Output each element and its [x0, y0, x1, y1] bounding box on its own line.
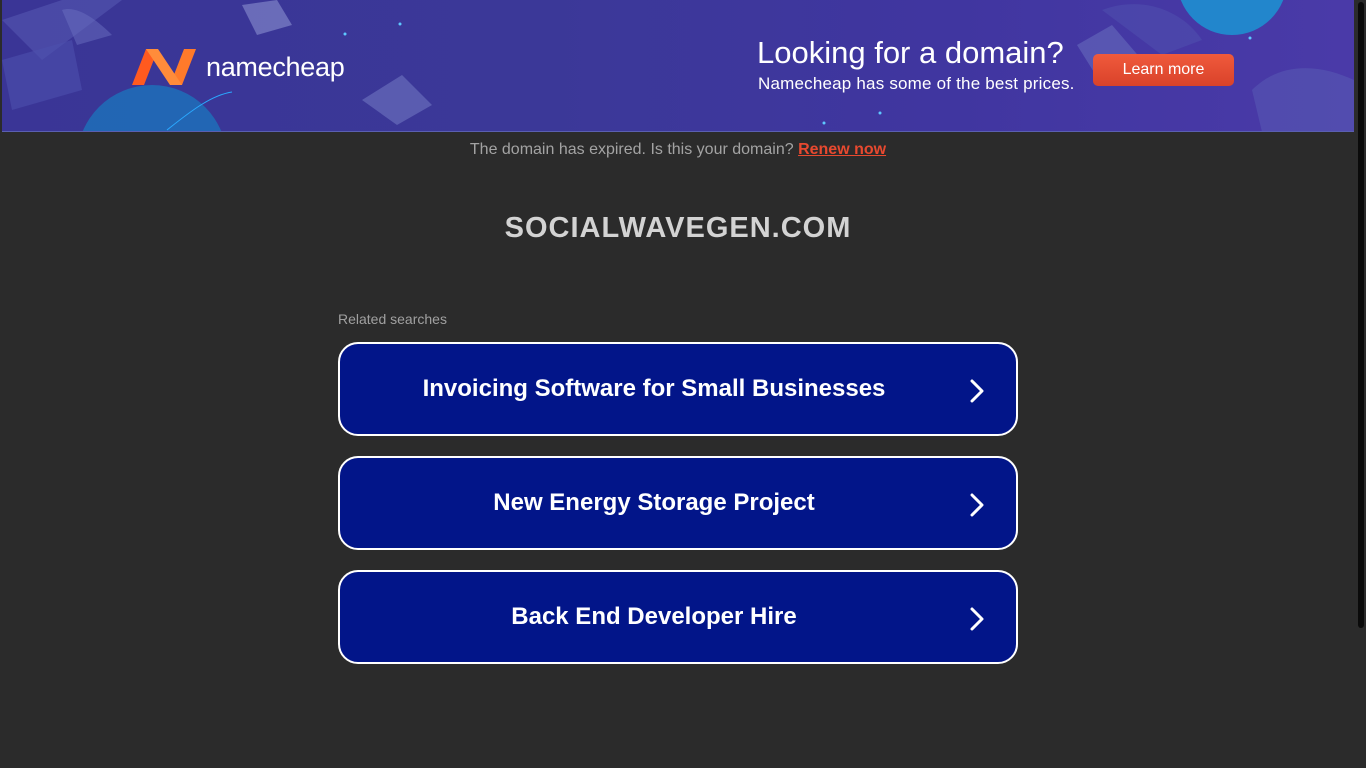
related-search-button[interactable]: Back End Developer Hire	[338, 570, 1018, 664]
chevron-right-icon	[970, 493, 984, 517]
domain-title: SOCIALWAVEGEN.COM	[504, 212, 852, 244]
chevron-right-icon	[970, 379, 984, 403]
related-searches-label: Related searches	[338, 311, 447, 327]
namecheap-logo[interactable]: namecheap	[130, 47, 345, 87]
chevron-right-icon	[970, 607, 984, 631]
expired-notice: The domain has expired. Is this your dom…	[0, 141, 1356, 159]
related-search-button[interactable]: Invoicing Software for Small Businesses	[338, 342, 1018, 436]
related-search-label: Invoicing Software for Small Businesses	[422, 375, 886, 402]
learn-more-button[interactable]: Learn more	[1093, 54, 1234, 86]
scrollbar-thumb[interactable]	[1358, 2, 1364, 628]
related-search-label: New Energy Storage Project	[493, 489, 815, 516]
expired-text: The domain has expired. Is this your dom…	[469, 141, 794, 158]
page: namecheap Looking for a domain? Namechea…	[0, 0, 1366, 768]
promo-title: Looking for a domain?	[757, 35, 1064, 70]
related-search-label: Back End Developer Hire	[511, 603, 797, 630]
brand-name: namecheap	[206, 51, 345, 82]
namecheap-logo-icon	[132, 49, 196, 85]
renew-now-link[interactable]: Renew now	[798, 141, 886, 158]
promo-subtitle: Namecheap has some of the best prices.	[758, 74, 1075, 93]
related-search-button[interactable]: New Energy Storage Project	[338, 456, 1018, 550]
namecheap-banner[interactable]: namecheap Looking for a domain? Namechea…	[2, 0, 1354, 132]
